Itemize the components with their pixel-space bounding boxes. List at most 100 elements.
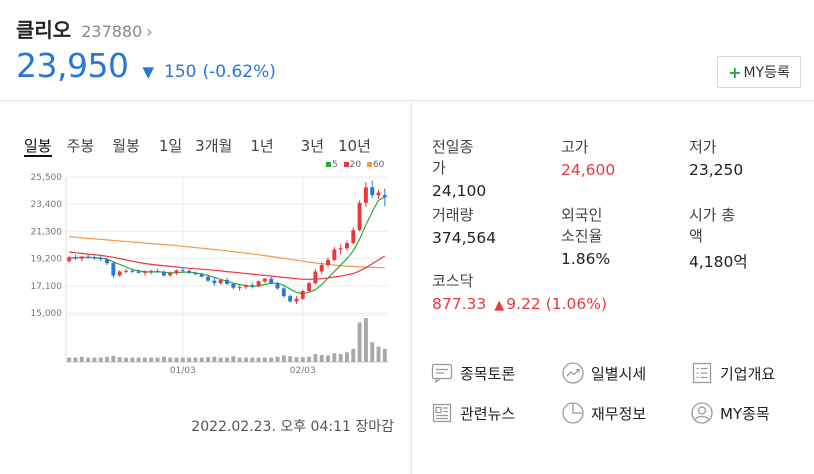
price-chart[interactable]: 25,500 23,400 21,300 19,200 17,100 15,000 01/0…	[0, 168, 411, 378]
index-change: 9.22	[506, 295, 541, 313]
stock-name[interactable]: 클리오	[16, 14, 71, 43]
tab-10years[interactable]: 10년	[338, 135, 371, 157]
volume-bar	[256, 357, 261, 362]
link-company-overview[interactable]: 기업개요	[690, 361, 775, 385]
tab-1year[interactable]: 1년	[250, 135, 273, 157]
volume-bar	[212, 356, 217, 362]
volume-bar	[98, 357, 103, 362]
volume-bar	[149, 357, 154, 362]
stat-value: 4,180억	[689, 253, 748, 271]
volume-bar	[326, 355, 330, 362]
candle-body	[174, 270, 179, 273]
stock-name-row[interactable]: 클리오 237880 ›	[16, 14, 153, 43]
volume-bar	[294, 357, 299, 362]
volume-bar	[117, 357, 122, 362]
candle-body	[262, 278, 267, 282]
link-financial-info[interactable]: 재무정보	[561, 401, 646, 425]
my-register-label: MY등록	[743, 65, 790, 81]
candle-body	[326, 259, 330, 266]
candle-body	[269, 278, 274, 284]
candle-body	[149, 270, 154, 272]
stat-volume: 거래량 374,564	[432, 204, 496, 247]
link-my-stocks[interactable]: MY종목	[690, 401, 770, 425]
candle-body	[199, 274, 204, 277]
candle-body	[243, 285, 248, 288]
stat-high: 고가 24,600	[561, 136, 615, 179]
stat-prev-close: 전일종가 24,100	[432, 136, 486, 200]
candle-body	[376, 192, 381, 196]
volume-bar	[262, 357, 267, 362]
chevron-right-icon[interactable]: ›	[146, 22, 152, 41]
candle-body	[86, 256, 91, 258]
tab-3years[interactable]: 3년	[301, 135, 324, 157]
tab-daily[interactable]: 일봉	[24, 135, 52, 157]
candle-body	[218, 279, 223, 284]
candle-body	[105, 259, 109, 264]
y-tick-label: 23,400	[31, 200, 63, 210]
volume-bar	[225, 357, 229, 362]
volume-bar	[136, 357, 141, 362]
volume-bar	[313, 354, 318, 362]
candle-body	[338, 248, 343, 250]
volume-bar	[300, 357, 305, 362]
volume-bar	[382, 348, 387, 362]
volume-bar	[250, 357, 255, 362]
candle-body	[136, 271, 141, 273]
y-tick-label: 21,300	[31, 227, 63, 237]
volume-bar	[92, 357, 97, 362]
candle-body	[250, 285, 255, 287]
candle-body	[98, 257, 103, 260]
x-tick-label: 02/03	[290, 366, 316, 376]
volume-bar	[218, 357, 223, 362]
candle-body	[237, 287, 242, 289]
tab-weekly[interactable]: 주봉	[67, 135, 95, 157]
link-related-news[interactable]: 관련뉴스	[430, 401, 515, 425]
stat-market-cap: 시가 총액 4,180억	[689, 204, 748, 272]
my-register-button[interactable]: + MY등록	[717, 56, 801, 88]
link-discussion[interactable]: 종목토론	[430, 361, 515, 385]
candle-body	[357, 202, 362, 231]
stat-label: 저가	[689, 138, 717, 156]
candle-body	[161, 272, 166, 276]
volume-bar	[237, 357, 242, 362]
y-tick-label: 17,100	[31, 282, 63, 292]
volume-bar	[376, 346, 381, 362]
tab-monthly[interactable]: 월봉	[112, 135, 140, 157]
candle-body	[382, 195, 387, 198]
candle-body	[111, 263, 116, 276]
link-label: MY종목	[720, 404, 770, 423]
stat-value: 374,564	[432, 229, 497, 247]
stat-value: 1.86%	[561, 250, 611, 268]
stat-label: 시가 총액	[689, 206, 736, 245]
ma5-swatch	[326, 162, 331, 167]
candle-body	[225, 279, 229, 284]
ma60-swatch	[366, 162, 372, 167]
candle-body	[275, 283, 280, 289]
volume-bar	[332, 353, 337, 362]
volume-bar	[111, 355, 116, 362]
tab-1day[interactable]: 1일	[159, 135, 182, 157]
stock-header: 클리오 237880 › 23,950 ▼ 150 (-0.62%) + MY등…	[0, 0, 814, 101]
link-label: 재무정보	[591, 404, 647, 423]
chat-board-icon	[430, 361, 454, 385]
candle-body	[187, 270, 192, 273]
stock-code[interactable]: 237880	[81, 22, 142, 41]
index-change-percent: (1.06%)	[545, 295, 608, 313]
y-tick-label: 25,500	[31, 173, 63, 183]
stat-label: 전일종가	[432, 138, 474, 177]
volume-bar	[161, 356, 166, 362]
tab-3months[interactable]: 3개월	[195, 135, 232, 157]
volume-bar	[345, 352, 349, 362]
volume-bar	[319, 354, 324, 362]
volume-bar	[124, 357, 128, 362]
candle-body	[300, 290, 305, 299]
candle-body	[345, 243, 349, 249]
link-daily-prices[interactable]: 일별시세	[561, 361, 646, 385]
index-value: 877.33	[432, 295, 487, 313]
candle-body	[79, 256, 84, 259]
volume-bar	[307, 356, 312, 362]
vertical-divider	[411, 102, 412, 474]
x-tick-label: 01/03	[170, 366, 196, 376]
stat-value: 24,600	[561, 161, 616, 179]
candle-body	[281, 288, 286, 297]
